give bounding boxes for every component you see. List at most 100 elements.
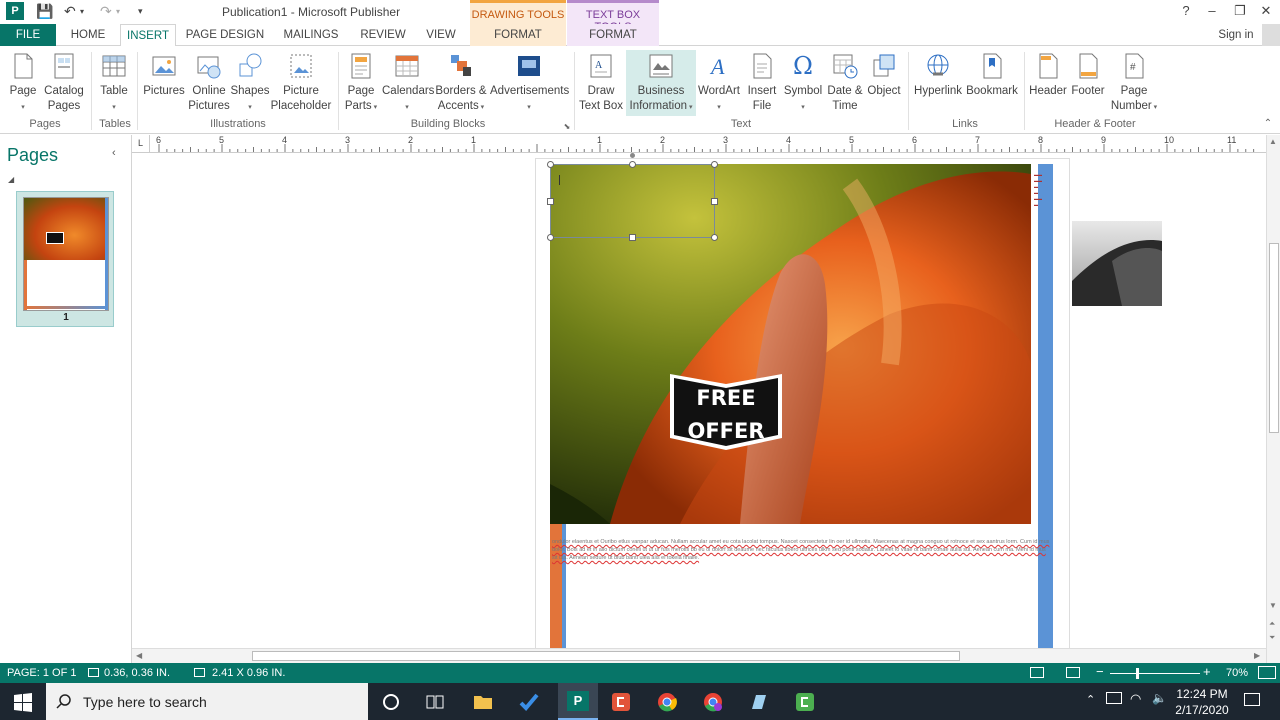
wordart-button[interactable]: A WordArt ▾ [696, 52, 742, 115]
tab-drawing-format[interactable]: FORMAT [470, 24, 566, 46]
chrome-icon[interactable] [656, 691, 678, 713]
tab-home[interactable]: HOME [62, 24, 114, 46]
resize-handle-w[interactable] [547, 198, 554, 205]
collapse-pane-icon[interactable]: ‹ [112, 147, 116, 159]
tray-overflow-icon[interactable]: ⌃ [1086, 693, 1095, 706]
chrome-profile-icon[interactable] [702, 691, 724, 713]
horizontal-scrollbar[interactable]: ◀ ▶ [132, 648, 1266, 663]
catalog-pages-button[interactable]: Catalog Pages [42, 52, 86, 114]
save-icon[interactable]: 💾 [36, 3, 53, 20]
resize-handle-e[interactable] [711, 198, 718, 205]
page-button[interactable]: Page ▾ [4, 52, 42, 115]
page-thumbnail[interactable]: 1 [16, 191, 114, 327]
section-expand-icon[interactable]: ◢ [8, 175, 14, 184]
object-size[interactable]: 2.41 X 0.96 IN. [212, 667, 285, 679]
tab-textbox-format[interactable]: FORMAT [567, 24, 659, 46]
footer-button[interactable]: Footer [1068, 52, 1108, 99]
shapes-button[interactable]: Shapes ▾ [230, 52, 270, 115]
restore-button[interactable]: ❐ [1230, 3, 1250, 19]
zoom-out-icon[interactable]: − [1096, 664, 1104, 679]
taskbar-clock[interactable]: 12:24 PM 2/17/2020 [1160, 686, 1244, 718]
resize-handle-ne[interactable] [711, 161, 718, 168]
minimize-button[interactable]: – [1202, 3, 1222, 18]
fit-page-icon[interactable] [1258, 666, 1276, 679]
date-time-button[interactable]: Date & Time [824, 52, 866, 114]
taskbar-search-box[interactable]: Type here to search [46, 683, 368, 720]
object-position[interactable]: 0.36, 0.36 IN. [104, 667, 170, 679]
next-page-icon[interactable]: ⏷ [1269, 633, 1275, 643]
file-explorer-icon[interactable] [472, 691, 494, 713]
vertical-scroll-thumb[interactable] [1269, 243, 1279, 433]
zoom-slider-thumb[interactable] [1136, 668, 1139, 679]
draw-text-box-button[interactable]: A Draw Text Box [578, 52, 624, 114]
notes-app-icon[interactable] [748, 691, 770, 713]
single-page-view-icon[interactable] [1030, 667, 1044, 678]
redo-dropdown-icon[interactable]: ▾ [116, 7, 120, 16]
page-parts-button[interactable]: Page Parts ▾ [342, 52, 380, 115]
calendars-button[interactable]: Calendars ▾ [382, 52, 434, 115]
task-view-icon[interactable] [424, 691, 446, 713]
previous-page-icon[interactable]: ⏶ [1269, 619, 1275, 629]
zoom-slider-track[interactable] [1110, 673, 1200, 674]
customize-qat-icon[interactable]: ▾ [138, 6, 143, 17]
rotate-handle[interactable] [630, 153, 635, 158]
publisher-taskbar-button[interactable]: P [558, 683, 598, 720]
business-information-button[interactable]: Business Information ▾ [626, 50, 696, 116]
tab-view[interactable]: VIEW [418, 24, 464, 46]
collapse-ribbon-icon[interactable]: ⌃ [1262, 118, 1274, 129]
scroll-up-icon[interactable]: ▲ [1269, 137, 1277, 146]
pictures-button[interactable]: Pictures [142, 52, 186, 99]
publisher-app-icon[interactable]: P [6, 2, 24, 20]
zoom-in-icon[interactable]: + [1203, 664, 1211, 679]
advertisements-button[interactable]: Advertisements ▾ [490, 52, 569, 115]
bookmark-button[interactable]: Bookmark [964, 52, 1020, 99]
cortana-icon[interactable] [380, 691, 402, 713]
resize-handle-s[interactable] [629, 234, 636, 241]
page-number-button[interactable]: # Page Number ▾ [1108, 52, 1160, 115]
header-button[interactable]: Header [1028, 52, 1068, 99]
borders-accents-button[interactable]: Borders & Accents ▾ [434, 52, 488, 115]
redo-icon[interactable]: ↷ [100, 3, 112, 20]
network-icon[interactable]: ◠ [1130, 691, 1141, 707]
todo-checkmark-icon[interactable] [518, 691, 540, 713]
scroll-left-icon[interactable]: ◀ [136, 651, 142, 660]
table-button[interactable]: Table ▾ [96, 52, 132, 115]
undo-icon[interactable]: ↶ [64, 3, 76, 20]
online-pictures-button[interactable]: Online Pictures [188, 52, 230, 114]
ruler-origin-tab-icon[interactable]: L [132, 135, 150, 153]
battery-icon[interactable] [1106, 692, 1122, 704]
insert-file-button[interactable]: Insert File [742, 52, 782, 114]
close-button[interactable]: ✕ [1256, 3, 1276, 19]
resize-handle-se[interactable] [711, 234, 718, 241]
picture-placeholder-button[interactable]: Picture Placeholder [270, 52, 332, 114]
tab-file[interactable]: FILE [0, 24, 56, 46]
tab-mailings[interactable]: MAILINGS [276, 24, 346, 46]
selected-text-box[interactable] [550, 164, 715, 238]
page-indicator[interactable]: PAGE: 1 OF 1 [7, 667, 77, 679]
scratch-area-dune-photo[interactable] [1072, 221, 1162, 306]
hyperlink-button[interactable]: Hyperlink [912, 52, 964, 99]
account-avatar[interactable] [1262, 24, 1280, 46]
sidebar-text-column[interactable]: ▬▬ ▬▬ ▬ ▬ ▬▬ ▬ [1034, 172, 1052, 226]
horizontal-ruler[interactable]: 6 5 4 3 2 1 1 2 3 4 5 6 7 8 9 10 11 [150, 135, 1266, 153]
building-blocks-launcher-icon[interactable]: ⬊ [562, 122, 572, 131]
two-page-spread-icon[interactable] [1066, 667, 1080, 678]
horizontal-scroll-thumb[interactable] [252, 651, 960, 661]
object-button[interactable]: Object [864, 52, 904, 99]
camtasia-recorder-icon[interactable] [794, 691, 816, 713]
zoom-level[interactable]: 70% [1226, 667, 1248, 679]
help-button[interactable]: ? [1176, 3, 1196, 18]
symbol-button[interactable]: Ω Symbol ▾ [782, 52, 824, 115]
undo-dropdown-icon[interactable]: ▾ [80, 7, 84, 16]
camtasia-icon[interactable] [610, 691, 632, 713]
windows-start-icon[interactable] [12, 691, 34, 713]
scroll-down-icon[interactable]: ▼ [1269, 601, 1277, 610]
blue-accent-bar[interactable] [1038, 164, 1053, 648]
resize-handle-nw[interactable] [547, 161, 554, 168]
tab-page-design[interactable]: PAGE DESIGN [182, 24, 268, 46]
tab-insert[interactable]: INSERT [120, 24, 176, 47]
notifications-icon[interactable] [1244, 693, 1260, 706]
scroll-right-icon[interactable]: ▶ [1254, 651, 1260, 660]
tab-review[interactable]: REVIEW [354, 24, 412, 46]
sign-in-link[interactable]: Sign in [1212, 24, 1260, 46]
